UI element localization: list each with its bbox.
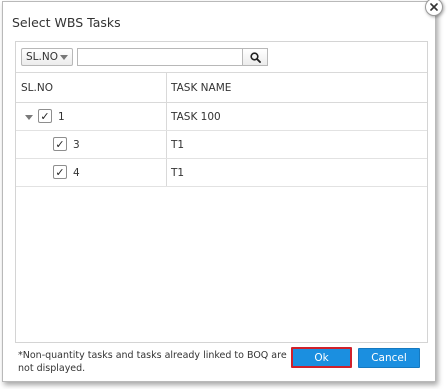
row-checkbox[interactable]: ✓	[53, 137, 67, 151]
dialog-title: Select WBS Tasks	[12, 15, 121, 30]
task-name-cell: T1	[171, 138, 185, 151]
close-icon	[430, 3, 438, 11]
check-mark-icon: ✓	[40, 109, 50, 123]
filter-column-value: SL.NO	[26, 51, 58, 63]
footer-note: *Non-quantity tasks and tasks already li…	[18, 350, 287, 374]
search-input[interactable]	[77, 48, 268, 66]
select-wbs-tasks-dialog: Select WBS Tasks SL.NO SL.NO TASK NAME ✓…	[2, 0, 443, 382]
ok-button[interactable]: Ok	[291, 347, 352, 368]
row-checkbox[interactable]: ✓	[38, 109, 52, 123]
close-button[interactable]	[425, 0, 443, 16]
sl-no-cell: 4	[73, 166, 80, 179]
search-button[interactable]	[242, 48, 268, 66]
sl-no-cell: 1	[58, 110, 65, 123]
task-grid: SL.NO SL.NO TASK NAME ✓ 1 TASK 100 ✓ 3 T…	[15, 41, 428, 343]
table-row[interactable]: ✓ 1 TASK 100	[16, 103, 427, 131]
collapse-arrow-icon[interactable]	[25, 115, 33, 120]
sl-no-cell: 3	[73, 138, 80, 151]
task-name-cell: TASK 100	[171, 110, 221, 123]
row-checkbox[interactable]: ✓	[53, 165, 67, 179]
column-header-task-name[interactable]: TASK NAME	[171, 73, 231, 102]
filter-column-select[interactable]: SL.NO	[21, 48, 73, 66]
search-icon	[249, 51, 261, 63]
task-name-cell: T1	[171, 166, 185, 179]
cancel-button[interactable]: Cancel	[358, 348, 420, 368]
table-row[interactable]: ✓ 4 T1	[16, 159, 427, 187]
grid-toolbar: SL.NO	[16, 42, 427, 73]
check-mark-icon: ✓	[55, 137, 65, 151]
table-header: SL.NO TASK NAME	[16, 73, 427, 103]
check-mark-icon: ✓	[55, 165, 65, 179]
table-row[interactable]: ✓ 3 T1	[16, 131, 427, 159]
chevron-down-icon	[60, 55, 68, 60]
column-header-sl-no[interactable]: SL.NO	[21, 73, 53, 102]
